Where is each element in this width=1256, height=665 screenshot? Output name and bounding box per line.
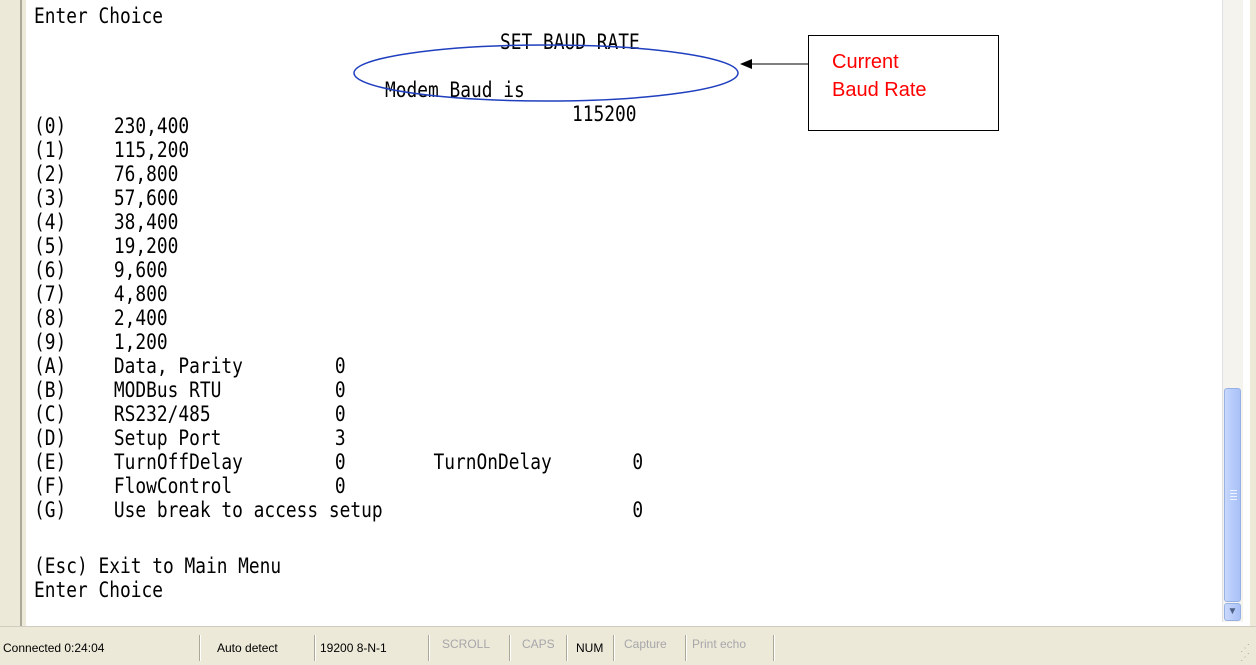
enter-choice-prompt-bottom: Enter Choice <box>34 578 163 602</box>
vertical-scrollbar[interactable]: ▼ <box>1222 0 1243 622</box>
chevron-down-icon: ▼ <box>1227 606 1238 617</box>
option-key: (E) <box>34 450 67 474</box>
option-key: (F) <box>34 474 67 498</box>
window-frame-left <box>0 0 26 626</box>
option-label: 38,400 <box>113 210 179 234</box>
option-key: (4) <box>34 210 67 234</box>
option-extra-label: TurnOnDelay <box>433 450 552 474</box>
option-value: 0 <box>334 378 346 402</box>
option-key: (8) <box>34 306 67 330</box>
option-key: (0) <box>34 114 67 138</box>
callout-text-line-2: Baud Rate <box>832 79 927 101</box>
status-capture-indicator: Capture <box>624 637 667 651</box>
option-key: (D) <box>34 426 67 450</box>
option-key: (1) <box>34 138 67 162</box>
option-label: Setup Port <box>113 426 222 450</box>
modem-baud-label: Modem Baud is <box>385 78 525 102</box>
set-baud-rate-heading: SET BAUD RATE <box>500 30 640 54</box>
option-label: 1,200 <box>113 330 168 354</box>
option-extra-value: 0 <box>632 450 644 474</box>
option-value: 0 <box>334 402 346 426</box>
status-print-echo-indicator: Print echo <box>692 637 747 651</box>
exit-menu-option[interactable]: (Esc) Exit to Main Menu <box>34 554 281 578</box>
option-label: 2,400 <box>113 306 168 330</box>
scrollbar-thumb[interactable] <box>1224 388 1241 602</box>
option-key: (9) <box>34 330 67 354</box>
option-label: 19,200 <box>113 234 179 258</box>
option-key: (7) <box>34 282 67 306</box>
current-baud-callout: Current Baud Rate <box>808 35 999 131</box>
status-scroll-indicator: SCROLL <box>442 637 491 651</box>
status-num-indicator: NUM <box>576 641 604 655</box>
option-key: (5) <box>34 234 67 258</box>
option-label: FlowControl <box>113 474 233 498</box>
option-label: Use break to access setup <box>113 498 383 522</box>
option-label: 76,800 <box>113 162 179 186</box>
status-port-settings: 19200 8-N-1 <box>320 641 387 655</box>
option-key: (A) <box>34 354 67 378</box>
window-frame-right <box>1250 0 1256 626</box>
status-auto-detect: Auto detect <box>217 641 278 655</box>
status-bar: Connected 0:24:04 Auto detect 19200 8-N-… <box>0 626 1256 665</box>
option-key: (6) <box>34 258 67 282</box>
option-value: 0 <box>334 474 346 498</box>
option-label: 4,800 <box>113 282 168 306</box>
option-label: RS232/485 <box>113 402 211 426</box>
resize-grip-icon[interactable]: ⋰ ⋰ <box>1240 644 1254 663</box>
option-key: (B) <box>34 378 67 402</box>
option-label: TurnOffDelay <box>113 450 243 474</box>
option-value: 3 <box>334 426 346 450</box>
window-frame-edge <box>20 0 22 626</box>
option-value: 0 <box>632 498 644 522</box>
option-key: (C) <box>34 402 67 426</box>
option-label: 57,600 <box>113 186 179 210</box>
status-caps-indicator: CAPS <box>522 637 555 651</box>
enter-choice-prompt: Enter Choice <box>34 4 163 28</box>
option-label: Data, Parity <box>113 354 243 378</box>
status-connected-time: Connected 0:24:04 <box>3 641 105 655</box>
option-value: 0 <box>334 450 346 474</box>
option-label: MODBus RTU <box>113 378 222 402</box>
modem-baud-line: Modem Baud is 115200 <box>385 54 636 150</box>
option-value: 0 <box>334 354 346 378</box>
option-label: 230,400 <box>113 114 190 138</box>
terminal-screen[interactable]: Enter Choice SET BAUD RATE Modem Baud is… <box>26 0 1222 622</box>
modem-baud-value: 115200 <box>572 102 637 126</box>
option-key: (2) <box>34 162 67 186</box>
option-key: (G) <box>34 498 67 522</box>
option-label: 9,600 <box>113 258 168 282</box>
option-key: (3) <box>34 186 67 210</box>
scroll-down-button[interactable]: ▼ <box>1224 603 1241 621</box>
callout-text-line-1: Current <box>832 51 899 73</box>
option-label: 115,200 <box>113 138 190 162</box>
